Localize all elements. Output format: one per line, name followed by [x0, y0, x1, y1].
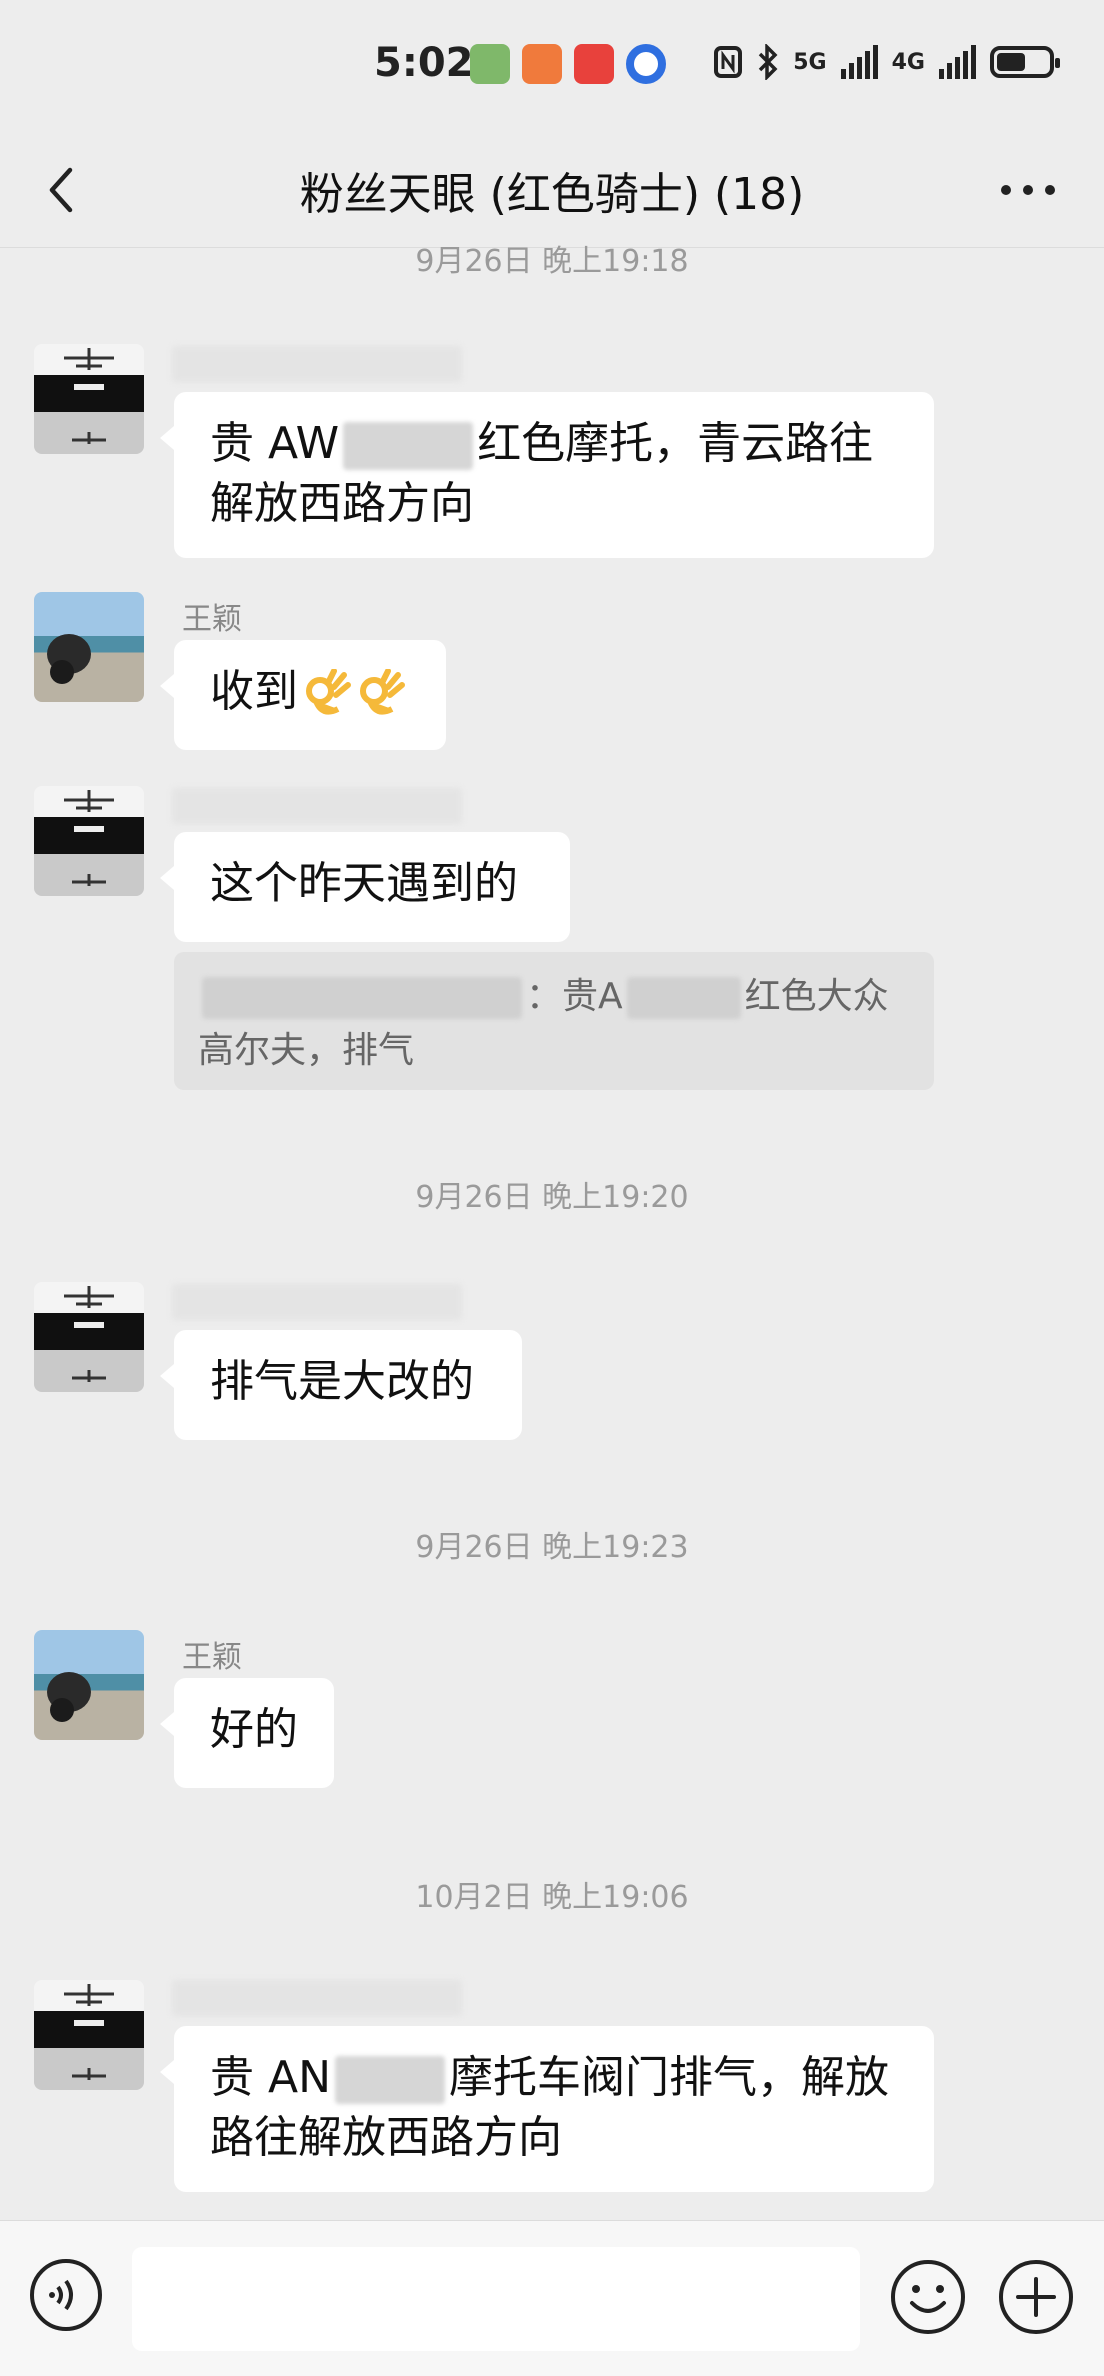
nfc-icon [714, 46, 743, 78]
sender-name-redacted [172, 1284, 462, 1320]
timestamp: 9月26日 晚上19:23 [415, 1530, 689, 1565]
message-bubble[interactable]: 贵 AW 红色摩托，青云路往 解放西路方向 [160, 392, 934, 558]
input-bar [0, 2220, 1104, 2376]
app-notification-icon [626, 44, 666, 84]
message-bubble[interactable]: 好的 [160, 1678, 334, 1788]
network-4g-label: 4G [891, 49, 925, 75]
avatar[interactable] [34, 1630, 144, 1740]
avatar[interactable] [34, 592, 144, 702]
timestamp: 9月26日 晚上19:20 [415, 1180, 689, 1215]
smile-icon[interactable] [888, 2257, 968, 2337]
sender-name-redacted [172, 1980, 462, 2016]
voice-icon[interactable] [28, 2257, 104, 2333]
message-bubble[interactable]: 收到 [160, 640, 446, 750]
avatar[interactable] [34, 786, 144, 896]
plate-redacted [626, 977, 741, 1019]
quote-sender-redacted [202, 977, 522, 1019]
message-bubble[interactable]: 贵 AN 摩托车阀门排气，解放 路往解放西路方向 [160, 2026, 934, 2192]
timestamp: 9月26日 晚上19:18 [415, 244, 689, 279]
timestamp: 10月2日 晚上19:06 [415, 1880, 689, 1915]
chat-header: 粉丝天眼 (红色骑士) (18) [0, 130, 1104, 248]
plate-redacted [335, 2056, 445, 2104]
message-input[interactable] [132, 2247, 860, 2351]
sender-name: 王颖 [182, 1640, 242, 1675]
ok-hand-emoji-icon [360, 669, 405, 715]
signal-5g-icon [840, 45, 878, 79]
more-dots-icon[interactable] [996, 170, 1060, 210]
signal-4g-icon [939, 45, 976, 79]
network-5g-label: 5G [793, 49, 827, 75]
status-right: 5G 4G [713, 44, 1060, 80]
avatar[interactable] [34, 1282, 144, 1392]
sender-name: 王颖 [182, 602, 242, 637]
status-app-icons [470, 44, 666, 84]
plus-circle-icon[interactable] [996, 2257, 1076, 2337]
chat-title: 粉丝天眼 (红色骑士) (18) [299, 169, 805, 220]
app-notification-icon [470, 44, 510, 84]
quoted-message[interactable]: ：贵A 红色大众 高尔夫，排气 [174, 952, 934, 1090]
app-notification-icon [574, 44, 614, 84]
avatar[interactable] [34, 1980, 144, 2090]
sender-name-redacted [172, 788, 462, 824]
status-bar: 5:02 5G 4G [0, 0, 1104, 130]
sender-name-redacted [172, 346, 462, 382]
plate-redacted [343, 422, 474, 470]
ok-hand-emoji-icon [306, 669, 351, 715]
status-time: 5:02 [374, 40, 474, 86]
message-bubble[interactable]: 这个昨天遇到的 [160, 832, 570, 942]
bluetooth-icon [759, 44, 778, 80]
battery-icon [990, 46, 1060, 78]
message-bubble[interactable]: 排气是大改的 [160, 1330, 522, 1440]
avatar[interactable] [34, 344, 144, 454]
app-notification-icon [522, 44, 562, 84]
